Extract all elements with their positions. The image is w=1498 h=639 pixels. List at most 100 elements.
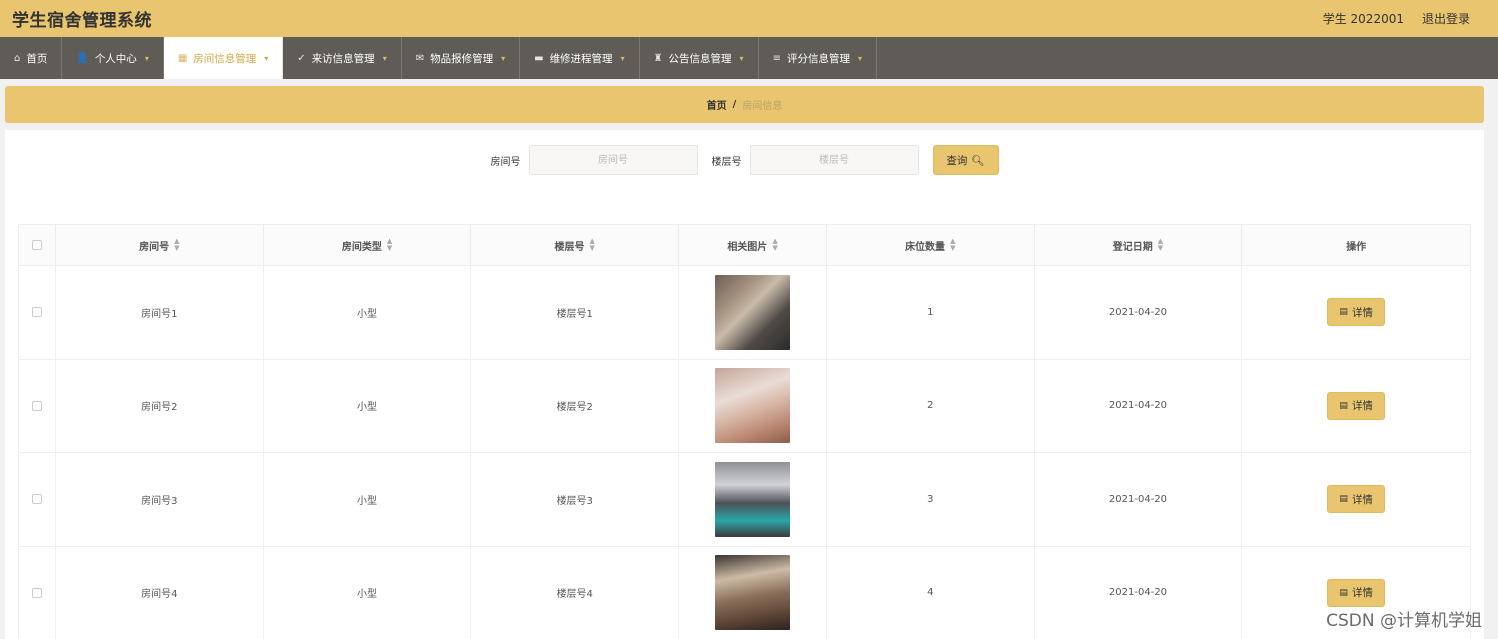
- nav-item-7[interactable]: ≡ 评分信息管理 ▾: [759, 37, 877, 79]
- room-number-cell: 房间号3: [56, 453, 264, 546]
- trophy-icon: ♜: [653, 52, 663, 64]
- check-circle-icon: ✓: [297, 52, 306, 64]
- chevron-down-icon: ▾: [264, 53, 269, 63]
- select-all-checkbox[interactable]: [31, 240, 42, 250]
- nav-item-3[interactable]: ✓ 来访信息管理 ▾: [283, 37, 402, 79]
- top-nav: ⌂ 首页 👤 个人中心 ▾ ▦ 房间信息管理 ▾ ✓ 来访信息管理 ▾ ✉ 物品报修管理 ▾ ▬ 维修进程管理…: [0, 37, 1498, 79]
- room-type-cell: 小型: [264, 546, 472, 639]
- bed-count-cell: 2: [827, 359, 1035, 452]
- breadcrumb: 首页 / 房间信息: [5, 86, 1484, 123]
- detail-button-label: 详情: [1351, 587, 1373, 600]
- detail-button[interactable]: ▤ 详情: [1327, 391, 1386, 420]
- nav-item-1[interactable]: 👤 个人中心 ▾: [62, 37, 164, 79]
- column-header[interactable]: 相关图片 ▲ ▼: [679, 225, 827, 265]
- sort-icon[interactable]: ▲ ▼: [174, 238, 179, 252]
- detail-button[interactable]: ▤ 详情: [1327, 485, 1386, 514]
- column-header-label: 楼层号: [554, 241, 585, 253]
- column-header[interactable]: 床位数量 ▲ ▼: [827, 225, 1035, 265]
- nav-item-2[interactable]: ▦ 房间信息管理 ▾: [163, 37, 284, 79]
- nav-item-label: 来访信息管理: [311, 52, 375, 65]
- floor-number-input[interactable]: [749, 145, 919, 175]
- nav-item-label: 首页: [26, 52, 48, 65]
- room-photo: [715, 368, 790, 444]
- row-checkbox[interactable]: [31, 307, 42, 318]
- room-type-cell: 小型: [264, 453, 472, 546]
- list-icon: ≡: [772, 52, 781, 64]
- room-number-cell: 房间号1: [56, 266, 264, 359]
- room-image-cell: [679, 359, 827, 452]
- detail-button-label: 详情: [1351, 400, 1373, 413]
- bed-count-cell: 3: [827, 453, 1035, 546]
- user-icon: 👤: [76, 52, 89, 64]
- sort-icon[interactable]: ▲ ▼: [387, 238, 392, 252]
- nav-item-label: 房间信息管理: [193, 52, 257, 65]
- row-select-cell: [19, 546, 56, 639]
- floor-number-label: 楼层号: [711, 156, 742, 168]
- table-row: 房间号4 小型 楼层号4 4 2021-04-20 ▤ 详情: [19, 546, 1470, 639]
- nav-item-label: 公告信息管理: [668, 52, 732, 65]
- column-header[interactable]: 楼层号 ▲ ▼: [471, 225, 680, 265]
- column-header: 操作: [1242, 225, 1470, 265]
- select-all-cell: [19, 225, 56, 265]
- action-cell: ▤ 详情: [1242, 360, 1470, 453]
- floor-number-cell: 楼层号4: [471, 546, 680, 639]
- nav-item-5[interactable]: ▬ 维修进程管理 ▾: [520, 37, 640, 79]
- query-button[interactable]: 查询 🔍︎: [932, 145, 999, 175]
- nav-item-0[interactable]: ⌂ 首页: [0, 37, 63, 79]
- column-header-label: 房间号: [139, 241, 170, 253]
- main-panel: 房间号 楼层号 查询 🔍︎ 房间号▲▼房间类型▲▼楼层号▲▼相关图片▲▼床位数量…: [5, 130, 1484, 639]
- search-icon: 🔍︎: [971, 154, 985, 167]
- nav-item-label: 维修进程管理: [549, 52, 613, 65]
- grid-icon: ▦: [177, 52, 188, 64]
- chevron-down-icon: ▾: [857, 53, 862, 63]
- document-icon: ▤: [1339, 587, 1348, 598]
- document-icon: ▤: [1339, 307, 1348, 318]
- row-checkbox[interactable]: [31, 587, 42, 598]
- register-date-cell: 2021-04-20: [1035, 359, 1243, 452]
- row-checkbox[interactable]: [31, 494, 42, 505]
- home-icon: ⌂: [14, 52, 21, 64]
- action-cell: ▤ 详情: [1242, 266, 1470, 359]
- floor-number-cell: 楼层号1: [471, 266, 680, 359]
- room-number-label: 房间号: [490, 156, 521, 168]
- logout-link[interactable]: 退出登录: [1422, 10, 1470, 27]
- column-header-label: 床位数量: [905, 241, 946, 253]
- chevron-down-icon: ▾: [382, 53, 387, 63]
- search-bar: 房间号 楼层号 查询 🔍︎: [5, 145, 1484, 175]
- table-header: 房间号 ▲ ▼ 房间类型 ▲ ▼ 楼层号 ▲ ▼ 相关图片 ▲ ▼ 床位数量 ▲ ▼ 登记日期 ▲ ▼ 操作: [19, 225, 1470, 266]
- app-header: 学生宿舍管理系统 学生 2022001 退出登录: [0, 0, 1498, 37]
- detail-button[interactable]: ▤ 详情: [1327, 578, 1386, 607]
- row-checkbox[interactable]: [31, 400, 42, 411]
- column-header-label: 登记日期: [1112, 241, 1153, 253]
- sort-icon[interactable]: ▲ ▼: [772, 238, 777, 252]
- mail-icon: ✉: [415, 52, 425, 64]
- table-row: 房间号1 小型 楼层号1 1 2021-04-20 ▤ 详情: [19, 266, 1470, 360]
- nav-item-label: 评分信息管理: [786, 52, 850, 65]
- table-body: 房间号1 小型 楼层号1 1 2021-04-20 ▤ 详情 房间号2 小型 楼层号2 2 2021-…: [19, 266, 1470, 639]
- column-header[interactable]: 房间号 ▲ ▼: [56, 225, 264, 265]
- sort-icon[interactable]: ▲ ▼: [1158, 238, 1163, 252]
- watermark: CSDN @计算机学姐: [1326, 611, 1482, 631]
- nav-item-4[interactable]: ✉ 物品报修管理 ▾: [402, 37, 521, 79]
- chevron-down-icon: ▾: [620, 53, 625, 63]
- bed-count-cell: 1: [827, 266, 1035, 359]
- column-header-label: 房间类型: [341, 241, 382, 253]
- register-date-cell: 2021-04-20: [1035, 453, 1243, 546]
- column-header[interactable]: 登记日期 ▲ ▼: [1035, 225, 1243, 265]
- breadcrumb-home[interactable]: 首页: [707, 97, 727, 112]
- table-row: 房间号3 小型 楼层号3 3 2021-04-20 ▤ 详情: [19, 453, 1470, 547]
- room-number-input[interactable]: [528, 145, 698, 175]
- nav-item-label: 物品报修管理: [430, 52, 494, 65]
- detail-button[interactable]: ▤ 详情: [1327, 298, 1386, 327]
- nav-item-6[interactable]: ♜ 公告信息管理 ▾: [640, 37, 759, 79]
- sort-icon[interactable]: ▲ ▼: [950, 238, 955, 252]
- column-header[interactable]: 房间类型 ▲ ▼: [264, 225, 472, 265]
- bed-count-cell: 4: [827, 546, 1035, 639]
- breadcrumb-separator: /: [732, 99, 737, 110]
- action-cell: ▤ 详情: [1242, 453, 1470, 546]
- room-table: 房间号 ▲ ▼ 房间类型 ▲ ▼ 楼层号 ▲ ▼ 相关图片 ▲ ▼ 床位数量 ▲ ▼ 登记日期 ▲ ▼ 操作 房间号…: [18, 224, 1471, 639]
- sort-icon[interactable]: ▲ ▼: [590, 238, 595, 252]
- floor-number-cell: 楼层号2: [471, 359, 680, 452]
- floor-number-cell: 楼层号3: [471, 453, 680, 546]
- detail-button-label: 详情: [1351, 493, 1373, 506]
